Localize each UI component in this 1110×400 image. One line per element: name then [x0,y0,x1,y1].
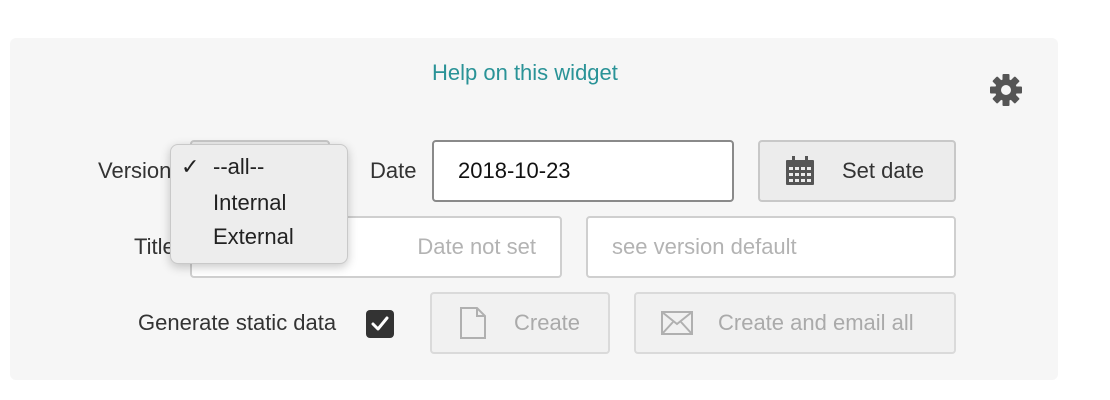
create-button[interactable]: Create [430,292,610,354]
calendar-icon [784,155,816,187]
dropdown-option-external[interactable]: External [171,219,347,253]
date-input[interactable]: 2018-10-23 [432,140,734,202]
widget-panel: Help on this widget Version Date 2018-10… [10,38,1058,380]
envelope-icon [660,310,694,336]
date-not-set-placeholder: Date not set [417,234,536,259]
checkmark-icon: ✓ [181,154,200,179]
generate-static-checkbox[interactable] [366,310,394,338]
dropdown-option-all[interactable]: ✓ --all-- [171,149,347,183]
title-label: Title [134,234,175,259]
version-default-input[interactable]: see version default [586,216,956,278]
version-default-placeholder: see version default [612,234,797,259]
version-dropdown-menu: ✓ --all-- Internal External [170,144,348,264]
date-label: Date [370,158,417,183]
help-link[interactable]: Help on this widget [432,60,618,86]
set-date-label: Set date [842,158,924,183]
version-label: Version [98,158,172,183]
create-email-label: Create and email all [718,310,914,335]
set-date-button[interactable]: Set date [758,140,956,202]
checkmark-icon [371,316,389,331]
date-input-value: 2018-10-23 [458,158,571,183]
create-label: Create [514,310,581,335]
create-email-button[interactable]: Create and email all [634,292,956,354]
gear-icon[interactable] [988,72,1024,108]
dropdown-option-internal[interactable]: Internal [171,185,347,219]
document-icon [458,306,488,340]
generate-static-label: Generate static data [138,310,337,335]
